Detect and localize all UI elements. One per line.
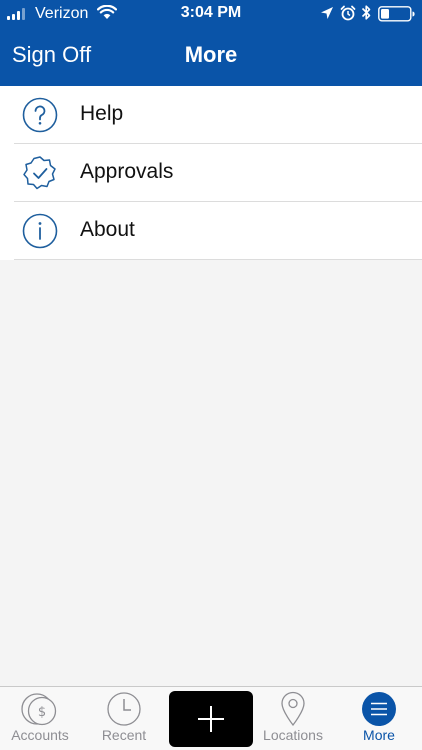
help-icon [22, 97, 58, 133]
status-bar: Verizon 3:04 PM [0, 0, 422, 28]
clock-icon [107, 692, 141, 726]
alarm-icon [340, 5, 356, 21]
tab-label: Recent [101, 727, 147, 743]
tab-accounts[interactable]: $ Accounts [0, 687, 80, 750]
navigation-bar: Sign Off More [0, 28, 422, 86]
location-pin-icon [281, 691, 305, 727]
location-arrow-icon [321, 7, 333, 19]
menu-item-label: About [80, 218, 135, 241]
tab-label: Accounts [11, 727, 69, 743]
accounts-dollar-icon: $ [21, 693, 57, 726]
bottom-tab-bar: $ Accounts Recent Locations More [0, 686, 422, 750]
bluetooth-icon [361, 5, 371, 20]
svg-text:$: $ [38, 705, 46, 720]
menu-item-label: Help [80, 102, 124, 125]
menu-item-label: Approvals [80, 160, 174, 183]
menu-item-about[interactable]: About [0, 202, 422, 260]
plus-icon [198, 706, 224, 732]
battery-icon [378, 6, 415, 22]
app-header: Verizon 3:04 PM Sign Off More [0, 0, 422, 86]
more-menu-list: Help Approvals About [0, 86, 422, 260]
tab-label: More [363, 727, 395, 743]
hamburger-menu-icon [362, 692, 396, 726]
tab-more[interactable]: More [340, 687, 418, 750]
menu-item-help[interactable]: Help [0, 86, 422, 144]
info-icon [22, 213, 58, 249]
divider [14, 259, 422, 260]
tab-recent[interactable]: Recent [86, 687, 162, 750]
status-time: 3:04 PM [180, 4, 242, 21]
menu-item-approvals[interactable]: Approvals [0, 144, 422, 202]
add-button[interactable] [169, 691, 253, 747]
tab-label: Locations [263, 727, 323, 743]
approvals-check-badge-icon [23, 156, 56, 190]
page-title: More [184, 42, 238, 67]
tab-locations[interactable]: Locations [255, 687, 331, 750]
